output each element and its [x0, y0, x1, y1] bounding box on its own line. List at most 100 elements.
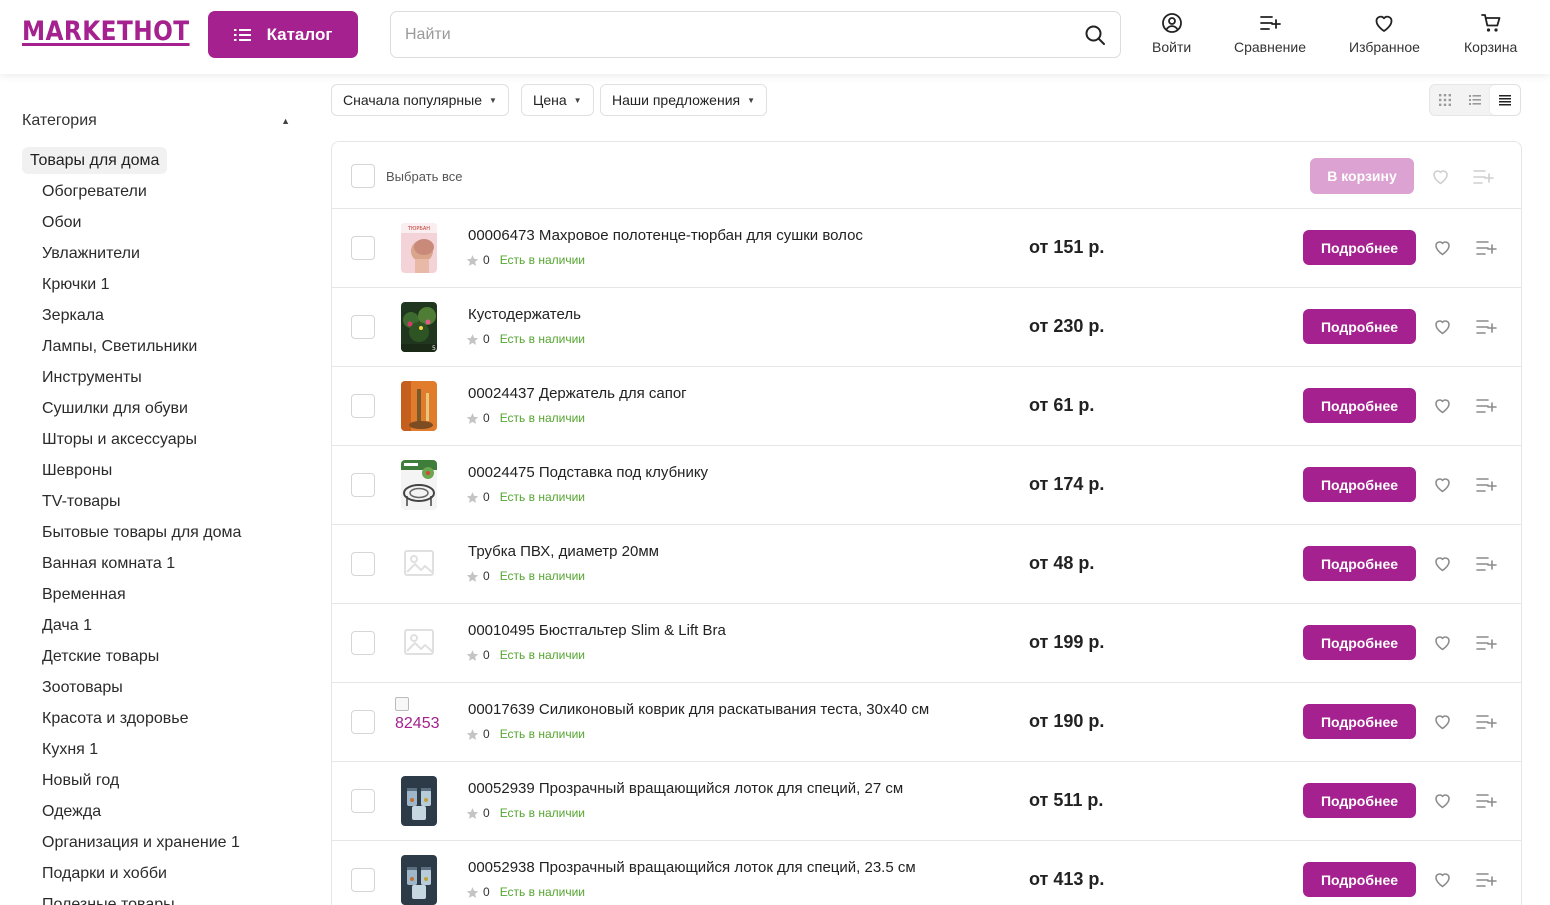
- sort-dropdown[interactable]: Сначала популярные ▼: [331, 84, 509, 116]
- category-item[interactable]: Детские товары: [42, 641, 312, 672]
- product-title[interactable]: Трубка ПВХ, диаметр 20мм: [468, 543, 659, 560]
- product-checkbox[interactable]: [351, 394, 375, 418]
- category-item[interactable]: Обогреватели: [42, 176, 312, 207]
- category-item[interactable]: Организация и хранение 1: [42, 827, 312, 858]
- favorite-button[interactable]: [1433, 712, 1452, 731]
- product-image[interactable]: ТЮРБАН: [401, 223, 437, 273]
- compact-view-button[interactable]: [1490, 85, 1520, 115]
- details-button[interactable]: Подробнее: [1303, 388, 1416, 423]
- category-item[interactable]: Дача 1: [42, 610, 312, 641]
- category-item[interactable]: Лампы, Светильники: [42, 331, 312, 362]
- category-active[interactable]: Товары для дома: [22, 147, 168, 174]
- search-icon[interactable]: [1084, 24, 1106, 46]
- favorite-all-button[interactable]: [1431, 167, 1450, 186]
- product-title[interactable]: 00024475 Подставка под клубнику: [468, 464, 708, 481]
- product-image[interactable]: [401, 776, 437, 826]
- list-view-button[interactable]: [1460, 85, 1490, 115]
- category-item[interactable]: Подарки и хобби: [42, 858, 312, 889]
- details-button[interactable]: Подробнее: [1303, 704, 1416, 739]
- favorite-button[interactable]: [1433, 633, 1452, 652]
- category-item[interactable]: Полезные товары: [42, 889, 312, 905]
- search-input[interactable]: [391, 12, 1071, 57]
- favorites-button[interactable]: Избранное: [1349, 12, 1420, 55]
- product-title[interactable]: 00052938 Прозрачный вращающийся лоток дл…: [468, 859, 916, 876]
- product-image-broken[interactable]: 82453: [395, 697, 451, 747]
- product-title[interactable]: 00017639 Силиконовый коврик для раскатыв…: [468, 701, 929, 718]
- category-item[interactable]: Одежда: [42, 796, 312, 827]
- product-image-placeholder[interactable]: [403, 626, 435, 658]
- product-checkbox[interactable]: [351, 315, 375, 339]
- category-item[interactable]: Сушилки для обуви: [42, 393, 312, 424]
- catalog-button[interactable]: Каталог: [208, 11, 358, 58]
- favorite-button[interactable]: [1433, 554, 1452, 573]
- offers-dropdown[interactable]: Наши предложения ▼: [600, 84, 768, 116]
- details-button[interactable]: Подробнее: [1303, 230, 1416, 265]
- category-item[interactable]: Новый год: [42, 765, 312, 796]
- product-image[interactable]: [401, 381, 437, 431]
- compare-button[interactable]: [1475, 474, 1497, 496]
- product-checkbox[interactable]: [351, 631, 375, 655]
- details-button[interactable]: Подробнее: [1303, 467, 1416, 502]
- category-item[interactable]: Обои: [42, 207, 312, 238]
- compare-icon: [1476, 636, 1497, 650]
- details-button[interactable]: Подробнее: [1303, 783, 1416, 818]
- product-title[interactable]: Кустодержатель: [468, 306, 581, 323]
- compare-button[interactable]: [1475, 869, 1497, 891]
- product-title[interactable]: 00052939 Прозрачный вращающийся лоток дл…: [468, 780, 903, 797]
- category-item[interactable]: Зеркала: [42, 300, 312, 331]
- details-button[interactable]: Подробнее: [1303, 546, 1416, 581]
- details-button[interactable]: Подробнее: [1303, 625, 1416, 660]
- add-to-cart-button[interactable]: В корзину: [1310, 158, 1414, 194]
- category-item[interactable]: Ванная комната 1: [42, 548, 312, 579]
- select-all-checkbox[interactable]: [351, 164, 375, 188]
- price-dropdown[interactable]: Цена ▼: [521, 84, 594, 116]
- favorite-button[interactable]: [1433, 791, 1452, 810]
- product-title[interactable]: 00024437 Держатель для сапог: [468, 385, 687, 402]
- product-checkbox[interactable]: [351, 473, 375, 497]
- details-button[interactable]: Подробнее: [1303, 862, 1416, 897]
- category-item[interactable]: Красота и здоровье: [42, 703, 312, 734]
- product-image[interactable]: 5: [401, 302, 437, 352]
- product-checkbox[interactable]: [351, 789, 375, 813]
- details-button[interactable]: Подробнее: [1303, 309, 1416, 344]
- category-heading[interactable]: Категория ▲: [22, 110, 294, 132]
- compare-button[interactable]: [1475, 711, 1497, 733]
- category-item[interactable]: Увлажнители: [42, 238, 312, 269]
- product-checkbox[interactable]: [351, 236, 375, 260]
- select-all-label[interactable]: Выбрать все: [386, 169, 462, 184]
- product-image-placeholder[interactable]: [403, 547, 435, 579]
- cart-button[interactable]: Корзина: [1464, 12, 1517, 55]
- product-checkbox[interactable]: [351, 552, 375, 576]
- favorite-button[interactable]: [1433, 238, 1452, 257]
- category-item[interactable]: Шевроны: [42, 455, 312, 486]
- favorite-button[interactable]: [1433, 317, 1452, 336]
- category-item[interactable]: Зоотовары: [42, 672, 312, 703]
- product-title[interactable]: 00010495 Бюстгальтер Slim & Lift Bra: [468, 622, 726, 639]
- product-checkbox[interactable]: [351, 868, 375, 892]
- grid-view-button[interactable]: [1430, 85, 1460, 115]
- category-item[interactable]: Шторы и аксессуары: [42, 424, 312, 455]
- compare-button[interactable]: [1475, 553, 1497, 575]
- category-item[interactable]: Инструменты: [42, 362, 312, 393]
- product-title[interactable]: 00006473 Махровое полотенце-тюрбан для с…: [468, 227, 863, 244]
- category-item[interactable]: Бытовые товары для дома: [42, 517, 312, 548]
- category-item[interactable]: Временная: [42, 579, 312, 610]
- compare-button[interactable]: [1475, 632, 1497, 654]
- compare-button[interactable]: Сравнение: [1234, 12, 1306, 55]
- compare-button[interactable]: [1475, 790, 1497, 812]
- favorite-button[interactable]: [1433, 870, 1452, 889]
- login-button[interactable]: Войти: [1152, 12, 1191, 55]
- product-image[interactable]: [401, 460, 437, 510]
- compare-button[interactable]: [1475, 395, 1497, 417]
- category-item[interactable]: TV-товары: [42, 486, 312, 517]
- compare-button[interactable]: [1475, 316, 1497, 338]
- category-item[interactable]: Кухня 1: [42, 734, 312, 765]
- site-logo[interactable]: MARKETHOT: [22, 16, 190, 47]
- compare-button[interactable]: [1475, 237, 1497, 259]
- compare-all-button[interactable]: [1472, 166, 1494, 188]
- product-image[interactable]: [401, 855, 437, 905]
- favorite-button[interactable]: [1433, 475, 1452, 494]
- category-item[interactable]: Крючки 1: [42, 269, 312, 300]
- product-checkbox[interactable]: [351, 710, 375, 734]
- favorite-button[interactable]: [1433, 396, 1452, 415]
